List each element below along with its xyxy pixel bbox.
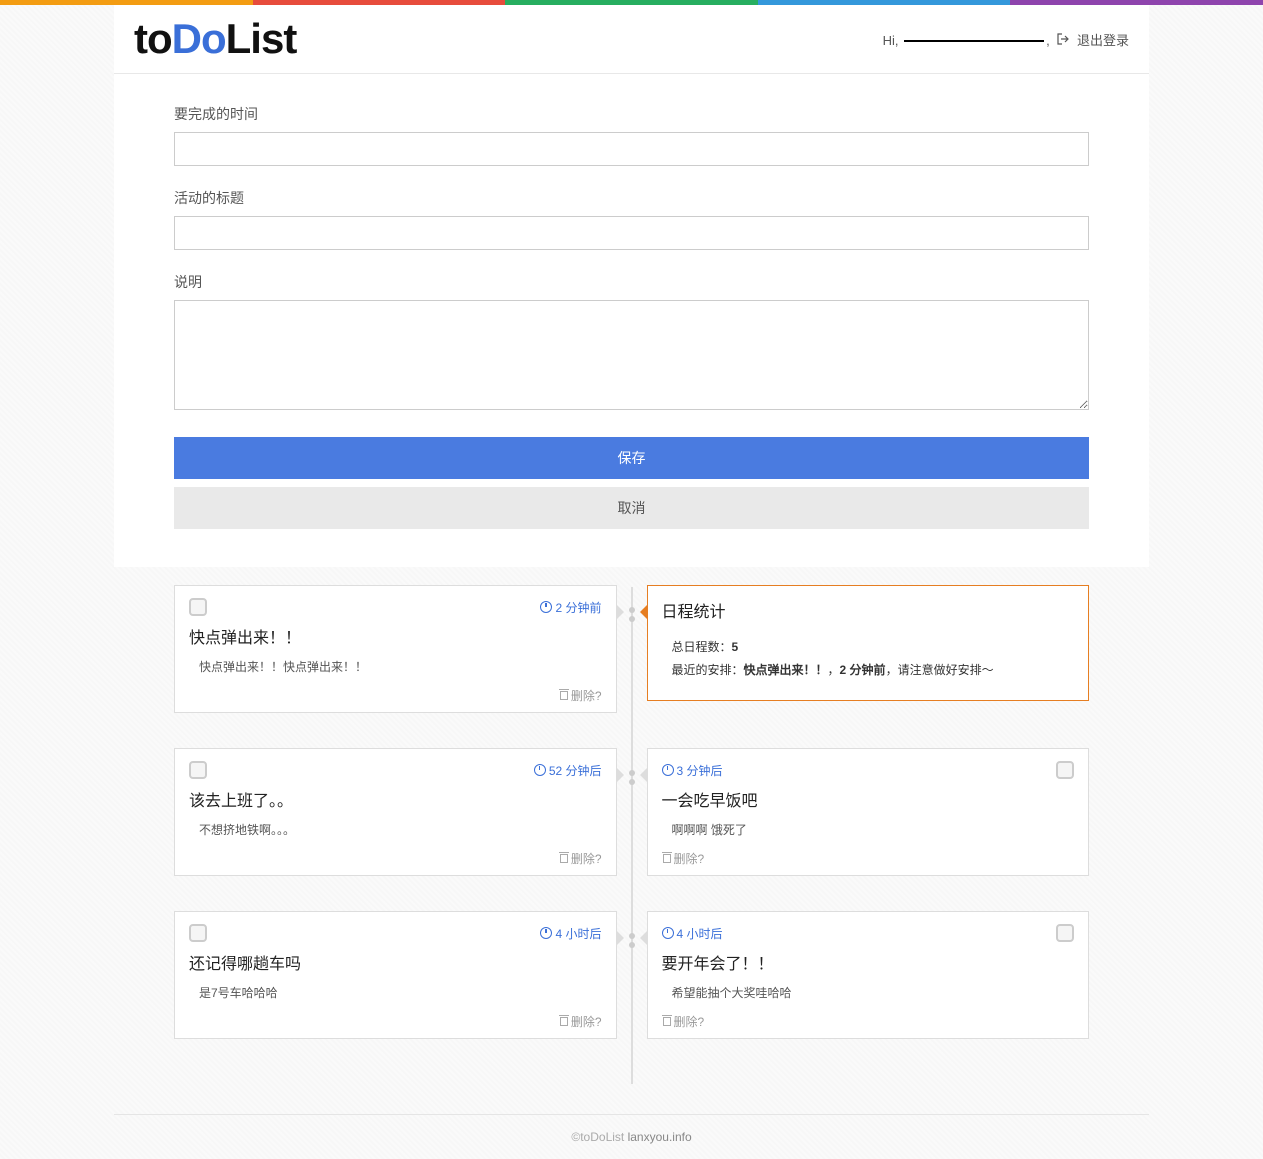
user-area: Hi, , 退出登录 (883, 30, 1129, 49)
page-footer: ©toDoList lanxyou.info (114, 1114, 1149, 1159)
clock-icon (534, 764, 546, 776)
save-button[interactable]: 保存 (174, 437, 1089, 479)
todo-time-badge: 3 分钟后 (662, 762, 723, 779)
todo-checkbox[interactable] (189, 924, 207, 942)
title-label: 活动的标题 (174, 188, 1089, 208)
clock-icon (540, 927, 552, 939)
trash-icon (559, 852, 569, 863)
header: toDoList Hi, , 退出登录 (114, 5, 1149, 74)
todo-desc: 不想挤地铁啊。。。 (189, 821, 602, 846)
footer-link[interactable]: lanxyou.info (628, 1130, 692, 1144)
stats-title: 日程统计 (662, 598, 1075, 622)
desc-textarea[interactable] (174, 300, 1089, 410)
app-logo: toDoList (134, 15, 296, 63)
stats-body: 总日程数：5 最近的安排：快点弹出来！！，2 分钟前，请注意做好安排～ (662, 636, 1075, 692)
logout-icon (1057, 33, 1069, 45)
todo-card: 2 分钟前 快点弹出来！！ 快点弹出来！！快点弹出来！！ 删除? (174, 585, 617, 713)
todo-title: 该去上班了。。 (189, 787, 602, 811)
top-color-stripe (0, 0, 1263, 5)
desc-label: 说明 (174, 272, 1089, 292)
timeline: 2 分钟前 快点弹出来！！ 快点弹出来！！快点弹出来！！ 删除? 日程统计 总日… (114, 567, 1149, 1114)
logout-link[interactable]: 退出登录 (1077, 33, 1129, 48)
title-input[interactable] (174, 216, 1089, 250)
todo-desc: 是7号车哈哈哈 (189, 984, 602, 1009)
delete-button[interactable]: 删除? (189, 683, 602, 704)
todo-checkbox[interactable] (1056, 924, 1074, 942)
todo-desc: 啊啊啊 饿死了 (662, 821, 1075, 846)
time-label: 要完成的时间 (174, 104, 1089, 124)
todo-time-badge: 4 小时后 (662, 925, 723, 942)
todo-checkbox[interactable] (189, 598, 207, 616)
todo-checkbox[interactable] (189, 761, 207, 779)
delete-button[interactable]: 删除? (189, 846, 602, 867)
time-input[interactable] (174, 132, 1089, 166)
todo-card: 4 小时后 要开年会了！！ 希望能抽个大奖哇哈哈 删除? (647, 911, 1090, 1039)
delete-button[interactable]: 删除? (662, 1009, 1075, 1030)
todo-checkbox[interactable] (1056, 761, 1074, 779)
delete-button[interactable]: 删除? (662, 846, 1075, 867)
trash-icon (662, 1015, 672, 1026)
todo-card: 3 分钟后 一会吃早饭吧 啊啊啊 饿死了 删除? (647, 748, 1090, 876)
todo-desc: 希望能抽个大奖哇哈哈 (662, 984, 1075, 1009)
todo-card: 4 小时后 还记得哪趟车吗 是7号车哈哈哈 删除? (174, 911, 617, 1039)
clock-icon (540, 601, 552, 613)
todo-title: 快点弹出来！！ (189, 624, 602, 648)
trash-icon (559, 1015, 569, 1026)
todo-desc: 快点弹出来！！快点弹出来！！ (189, 658, 602, 683)
todo-time-badge: 4 小时后 (540, 925, 601, 942)
user-email-redacted (904, 40, 1044, 42)
cancel-button[interactable]: 取消 (174, 487, 1089, 529)
trash-icon (662, 852, 672, 863)
trash-icon (559, 689, 569, 700)
stats-card: 日程统计 总日程数：5 最近的安排：快点弹出来！！，2 分钟前，请注意做好安排～ (647, 585, 1090, 701)
greeting-text: Hi, (883, 33, 899, 48)
todo-time-badge: 52 分钟后 (534, 762, 602, 779)
todo-title: 一会吃早饭吧 (662, 787, 1075, 811)
todo-time-badge: 2 分钟前 (540, 599, 601, 616)
new-todo-form: 要完成的时间 活动的标题 说明 保存 取消 (114, 74, 1149, 567)
clock-icon (662, 927, 674, 939)
clock-icon (662, 764, 674, 776)
todo-title: 还记得哪趟车吗 (189, 950, 602, 974)
todo-title: 要开年会了！！ (662, 950, 1075, 974)
delete-button[interactable]: 删除? (189, 1009, 602, 1030)
todo-card: 52 分钟后 该去上班了。。 不想挤地铁啊。。。 删除? (174, 748, 617, 876)
